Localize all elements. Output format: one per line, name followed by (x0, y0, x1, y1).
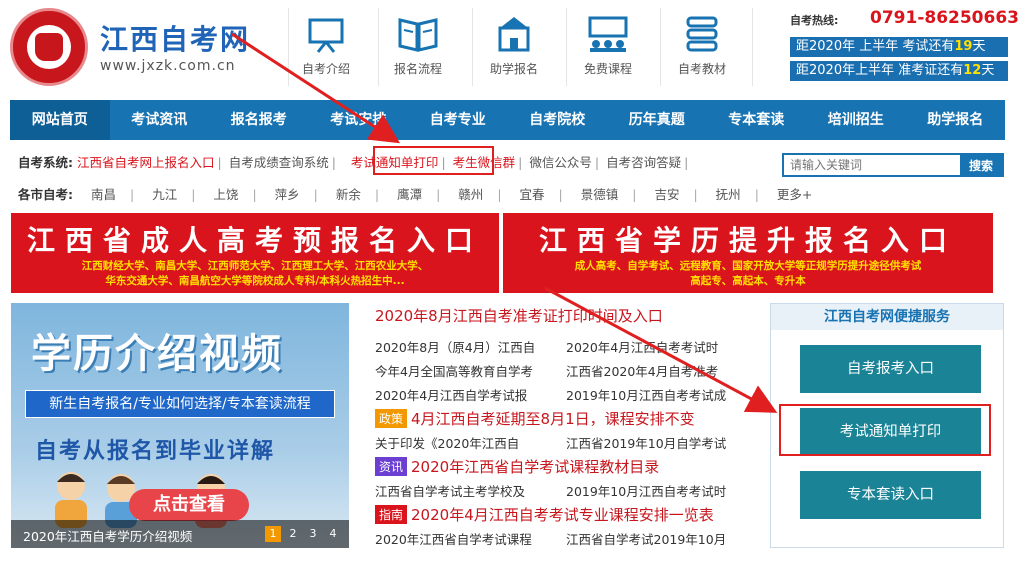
arrow-to-link (231, 32, 401, 144)
annotation-arrows (231, 32, 778, 413)
arrow-to-button (544, 286, 778, 413)
